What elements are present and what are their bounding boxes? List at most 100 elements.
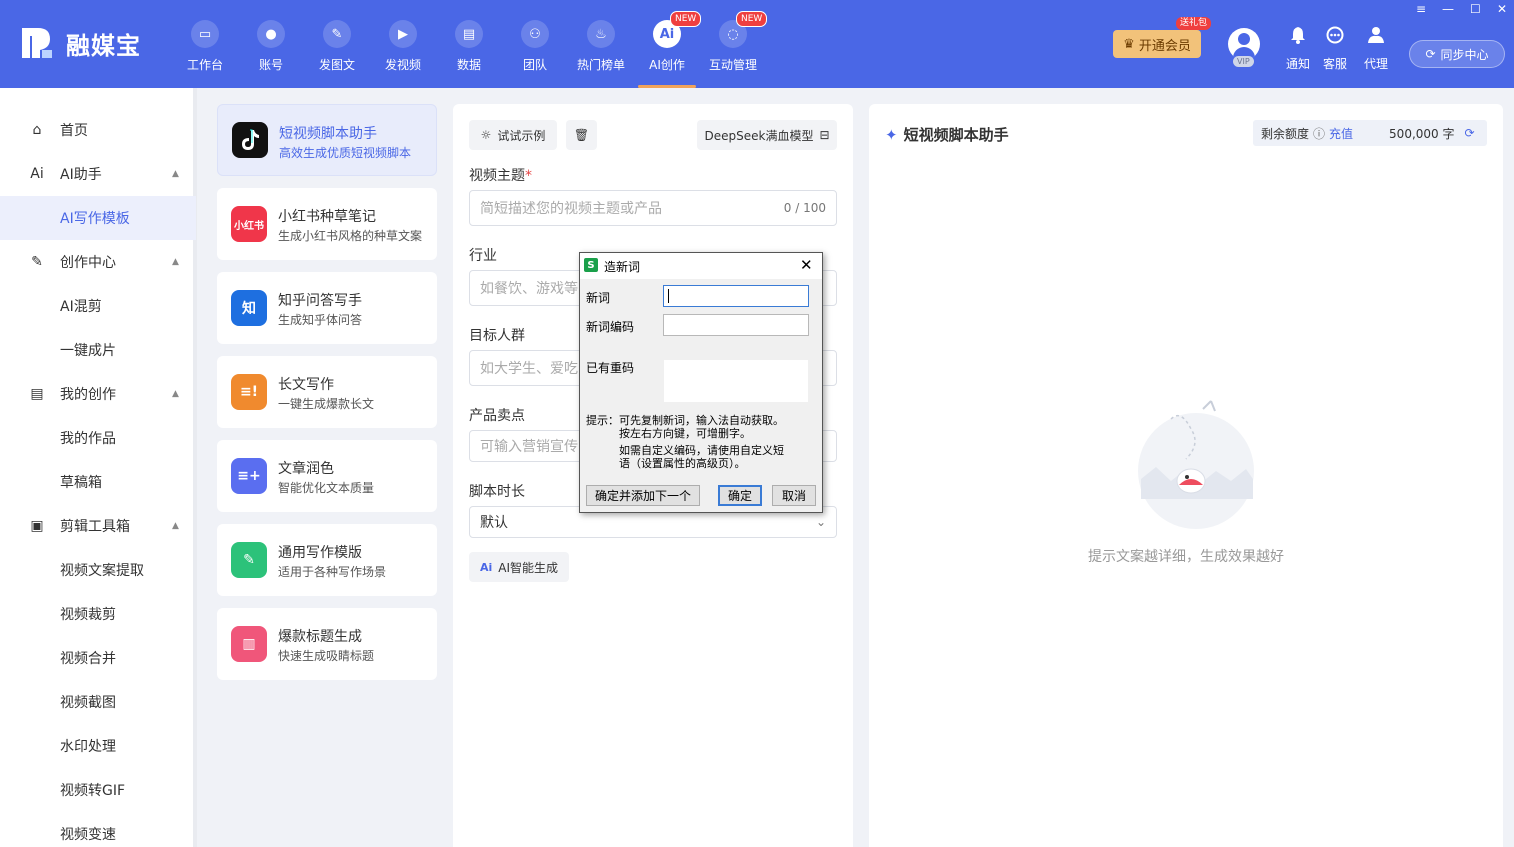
code-input[interactable] (663, 314, 809, 336)
template-card[interactable]: ≡! 长文写作 一键生成爆款长文 (217, 356, 437, 428)
template-card[interactable]: 短视频脚本助手 高效生成优质短视频脚本 (217, 104, 437, 176)
template-card[interactable]: 知 知乎问答写手 生成知乎体问答 (217, 272, 437, 344)
sidebar-item[interactable]: 视频文案提取 (0, 548, 196, 592)
info-icon[interactable]: ⓘ (1313, 125, 1325, 142)
chart-icon: ▤ (455, 20, 483, 48)
nav-item-chat[interactable]: ◌ 互动管理 NEW (700, 0, 768, 88)
notify-button[interactable]: 通知 (1281, 26, 1315, 72)
result-panel: ✦ 短视频脚本助手 剩余额度 ⓘ 充值 500,000 字 ⟳ 提示文案越详细，… (869, 104, 1503, 847)
sidebar-item-label: 一键成片 (60, 343, 116, 359)
minimize-icon[interactable]: — (1442, 2, 1454, 16)
close-window-icon[interactable]: ✕ (1497, 2, 1507, 16)
template-card[interactable]: ✎ 通用写作模版 适用于各种写作场景 (217, 524, 437, 596)
model-select-button[interactable]: DeepSeek满血模型 ⊟ (697, 120, 837, 150)
dialog-hint: 提示：可先复制新词，输入法自动获取。 按左右方向键，可增删字。 如需自定义编码，… (586, 414, 784, 470)
template-title: 长文写作 (278, 377, 334, 393)
user-icon: ● (257, 20, 285, 48)
nav-label: 工作台 (186, 58, 223, 72)
ai-text-icon: Ai (30, 166, 44, 182)
sidebar-item-label: 视频变速 (60, 827, 116, 843)
sidebar-item[interactable]: 水印处理 (0, 724, 196, 768)
sidebar-item[interactable]: AI混剪 (0, 284, 196, 328)
text-cursor (668, 289, 669, 303)
nav-label: 团队 (522, 58, 547, 72)
template-title: 通用写作模版 (278, 545, 362, 561)
template-card[interactable]: ▥ 爆款标题生成 快速生成吸睛标题 (217, 608, 437, 680)
team-icon: ⚇ (521, 20, 549, 48)
empty-hint: 提示文案越详细，生成效果越好 (1088, 549, 1284, 565)
nav-item-user[interactable]: ● 账号 (238, 0, 304, 88)
ai-generate-button[interactable]: Ai AI智能生成 (469, 552, 569, 582)
sidebar-item[interactable]: 视频截图 (0, 680, 196, 724)
sidebar-item[interactable]: 视频合并 (0, 636, 196, 680)
bell-icon (1290, 26, 1306, 49)
duration-value: 默认 (480, 515, 508, 531)
ai-spark-icon: Ai (479, 560, 493, 574)
maximize-icon[interactable]: ☐ (1470, 2, 1481, 16)
agent-button[interactable]: 代理 (1359, 26, 1393, 72)
dialog-title: 造新词 (604, 260, 641, 274)
dialog-close-icon[interactable]: ✕ (800, 256, 813, 274)
zhihu-icon: 知 (231, 290, 267, 326)
sidebar-item[interactable]: 一键成片 (0, 328, 196, 372)
nav-item-chart[interactable]: ▤ 数据 (436, 0, 502, 88)
field-label-industry: 行业 (469, 248, 497, 264)
result-title-text: 短视频脚本助手 (903, 126, 1009, 144)
refresh-icon[interactable]: ⟳ (1465, 126, 1475, 140)
template-card[interactable]: 小红书 小红书种草笔记 生成小红书风格的种草文案 (217, 188, 437, 260)
template-desc: 生成小红书风格的种草文案 (278, 229, 423, 243)
trash-button[interactable]: 🗑 (566, 120, 597, 150)
try-example-button[interactable]: ☼ 试试示例 (469, 120, 557, 150)
topic-counter: 0 / 100 (783, 201, 826, 215)
sidebar-item[interactable]: 视频转GIF (0, 768, 196, 812)
dialog-titlebar[interactable]: S 造新词 ✕ (580, 253, 822, 279)
nav-item-ai[interactable]: Ai AI创作 NEW (634, 0, 702, 88)
open-vip-label: 开通会员 (1138, 38, 1191, 54)
sidebar-item-label: 视频转GIF (60, 783, 126, 799)
quota-value: 500,000 字 (1389, 126, 1455, 141)
sidebar-item-label: 草稿箱 (60, 475, 102, 491)
sidebar-item[interactable]: 我的作品 (0, 416, 196, 460)
nav-item-fire[interactable]: ♨ 热门榜单 (568, 0, 634, 88)
template-desc: 适用于各种写作场景 (278, 565, 387, 579)
polish-icon: ≡+ (231, 458, 267, 494)
agent-label: 代理 (1363, 57, 1388, 71)
template-title: 爆款标题生成 (278, 629, 362, 645)
sidebar-item[interactable]: ⌂ 首页 (0, 108, 196, 152)
headset-icon (1325, 26, 1345, 49)
sidebar-item[interactable]: 视频变速 (0, 812, 196, 847)
empty-illustration (1131, 389, 1261, 534)
service-button[interactable]: 客服 (1318, 26, 1352, 72)
sidebar-item[interactable]: 视频裁剪 (0, 592, 196, 636)
sidebar-item[interactable]: ▣ 剪辑工具箱 ▲ (0, 504, 196, 548)
menu-icon[interactable]: ≡ (1416, 2, 1426, 16)
topic-input[interactable]: 简短描述您的视频主题或产品 0 / 100 (469, 190, 837, 226)
open-vip-button[interactable]: ♛ 开通会员 (1113, 30, 1201, 58)
app-logo[interactable]: 融媒宝 (20, 24, 141, 62)
nav-item-monitor[interactable]: ▭ 工作台 (172, 0, 238, 88)
ok-button[interactable]: 确定 (718, 485, 762, 506)
sidebar-item[interactable]: 草稿箱 (0, 460, 196, 504)
template-card[interactable]: ≡+ 文章润色 智能优化文本质量 (217, 440, 437, 512)
sidebar-item[interactable]: Ai AI助手 ▲ (0, 152, 196, 196)
confirm-add-next-button[interactable]: 确定并添加下一个 (586, 485, 700, 506)
nav-item-feather[interactable]: ✎ 发图文 (304, 0, 370, 88)
sync-center-button[interactable]: ⟳ 同步中心 (1409, 40, 1505, 68)
home-icon: ⌂ (32, 122, 42, 138)
sidebar-item[interactable]: AI写作模板 (0, 196, 196, 240)
ai-generate-label: AI智能生成 (498, 560, 559, 575)
sidebar-item-label: 我的作品 (60, 431, 116, 447)
new-word-input[interactable] (663, 285, 809, 307)
sidebar-item[interactable]: ✎ 创作中心 ▲ (0, 240, 196, 284)
app-name: 融媒宝 (66, 31, 141, 60)
new-word-label: 新词 (586, 291, 611, 305)
cancel-button[interactable]: 取消 (772, 485, 816, 506)
model-label: DeepSeek满血模型 (704, 128, 814, 143)
nav-item-play[interactable]: ▶ 发视频 (370, 0, 436, 88)
sogou-logo-icon: S (584, 258, 598, 272)
recharge-link[interactable]: 充值 (1329, 125, 1353, 142)
sidebar-item[interactable]: ▤ 我的创作 ▲ (0, 372, 196, 416)
collapse-arrow-icon: ▲ (172, 257, 179, 267)
nav-item-team[interactable]: ⚇ 团队 (502, 0, 568, 88)
sidebar-item-label: 创作中心 (60, 255, 116, 271)
